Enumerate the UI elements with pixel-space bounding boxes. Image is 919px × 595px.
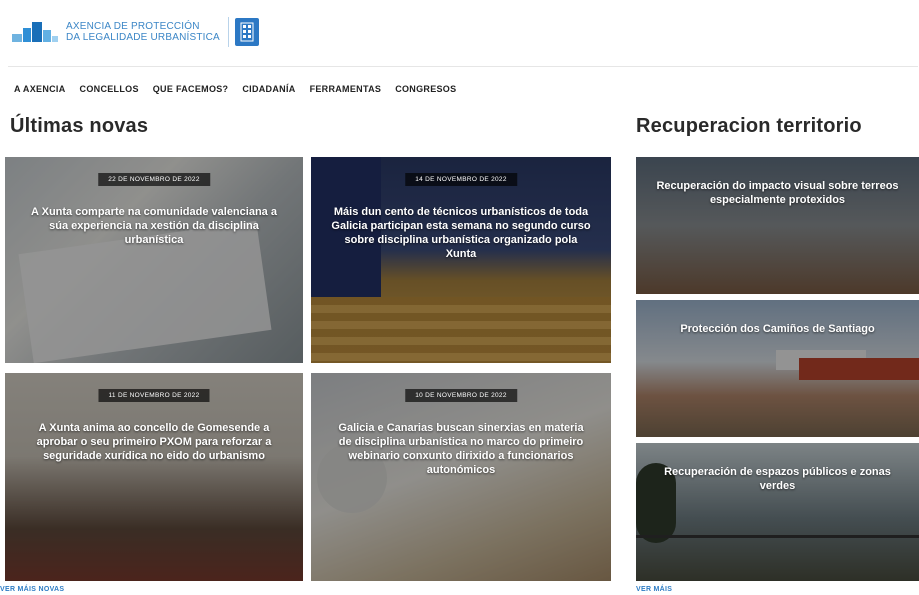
logo-line-2: DA LEGALIDADE URBANÍSTICA	[66, 32, 220, 43]
news-card[interactable]: 14 DE NOVEMBRO DE 2022 Máis dun cento de…	[311, 157, 611, 363]
site-header: AXENCIA DE PROTECCIÓN DA LEGALIDADE URBA…	[0, 0, 919, 62]
news-card-date: 10 DE NOVEMBRO DE 2022	[405, 389, 517, 402]
news-card-title[interactable]: Galicia e Canarias buscan sinerxias en m…	[331, 421, 591, 477]
recovery-card-title[interactable]: Protección dos Camiños de Santiago	[656, 322, 899, 336]
recovery-card-title[interactable]: Recuperación de espazos públicos e zonas…	[656, 465, 899, 493]
recovery-card-overlay	[636, 443, 919, 581]
agency-logo-text: AXENCIA DE PROTECCIÓN DA LEGALIDADE URBA…	[66, 21, 220, 43]
xunta-emblem-icon	[234, 18, 259, 46]
news-card-overlay	[311, 373, 611, 581]
nav-item-axencia[interactable]: A AXENCIA	[14, 84, 66, 94]
news-card[interactable]: 10 DE NOVEMBRO DE 2022 Galicia e Canaria…	[311, 373, 611, 581]
nav-item-congresos[interactable]: CONGRESOS	[395, 84, 456, 94]
news-card-date: 11 DE NOVEMBRO DE 2022	[98, 389, 210, 402]
more-recovery-link[interactable]: VER MÁIS	[636, 586, 672, 593]
recovery-card[interactable]: Protección dos Camiños de Santiago	[636, 300, 919, 437]
news-card[interactable]: 11 DE NOVEMBRO DE 2022 A Xunta anima ao …	[5, 373, 303, 581]
news-card-date: 14 DE NOVEMBRO DE 2022	[405, 173, 517, 186]
logo-divider	[227, 17, 229, 47]
logo-line-1: AXENCIA DE PROTECCIÓN	[66, 21, 200, 32]
header-divider	[8, 66, 918, 67]
agency-logo-mark	[12, 20, 60, 44]
recovery-card-overlay	[636, 157, 919, 294]
news-card-title[interactable]: A Xunta comparte na comunidade valencian…	[25, 205, 283, 247]
news-card[interactable]: 22 DE NOVEMBRO DE 2022 A Xunta comparte …	[5, 157, 303, 363]
nav-item-ferramentas[interactable]: FERRAMENTAS	[310, 84, 382, 94]
news-card-overlay	[5, 373, 303, 581]
news-card-title[interactable]: A Xunta anima ao concello de Gomesende a…	[25, 421, 283, 463]
nav-item-concellos[interactable]: CONCELLOS	[80, 84, 139, 94]
news-card-overlay	[5, 157, 303, 363]
recovery-card-title[interactable]: Recuperación do impacto visual sobre ter…	[656, 179, 899, 207]
recovery-card[interactable]: Recuperación do impacto visual sobre ter…	[636, 157, 919, 294]
news-section-title: Últimas novas	[10, 115, 149, 137]
recovery-card-overlay	[636, 300, 919, 437]
recovery-card[interactable]: Recuperación de espazos públicos e zonas…	[636, 443, 919, 581]
news-card-date: 22 DE NOVEMBRO DE 2022	[98, 173, 210, 186]
agency-logo[interactable]: AXENCIA DE PROTECCIÓN DA LEGALIDADE URBA…	[12, 12, 259, 52]
nav-item-que-facemos[interactable]: QUE FACEMOS?	[153, 84, 229, 94]
news-card-title[interactable]: Máis dun cento de técnicos urbanísticos …	[331, 205, 591, 261]
nav-item-cidadania[interactable]: CIDADANÍA	[242, 84, 295, 94]
more-news-link[interactable]: VER MÁIS NOVAS	[0, 586, 64, 593]
main-nav: A AXENCIA CONCELLOS QUE FACEMOS? CIDADAN…	[14, 84, 470, 94]
recovery-section-title: Recuperacion territorio	[636, 115, 862, 137]
